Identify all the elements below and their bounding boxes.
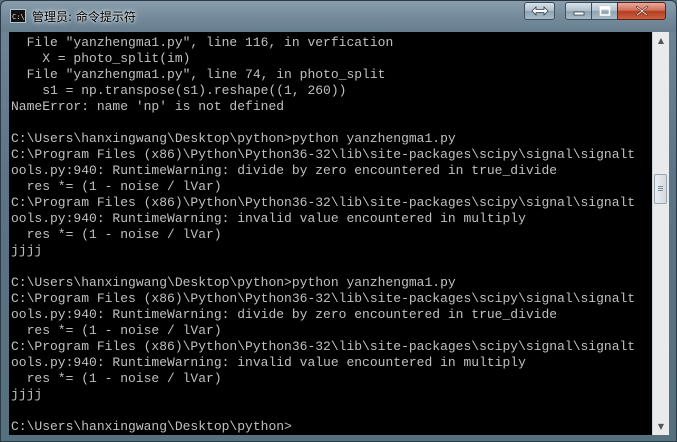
close-button[interactable] <box>617 2 666 20</box>
console-line: res *= (1 - noise / lVar) <box>11 371 222 386</box>
console-line: C:\Users\hanxingwang\Desktop\python>pyth… <box>11 275 456 290</box>
console-line: C:\Users\hanxingwang\Desktop\python> <box>11 419 292 434</box>
console-line: C:\Program Files (x86)\Python\Python36-3… <box>11 195 636 210</box>
grip-line <box>658 188 663 189</box>
console-line: res *= (1 - noise / lVar) <box>11 179 222 194</box>
console-line: ools.py:940: RuntimeWarning: divide by z… <box>11 163 558 178</box>
console-line: ools.py:940: RuntimeWarning: divide by z… <box>11 307 558 322</box>
vertical-scrollbar[interactable]: ▲ ▼ <box>652 32 669 435</box>
console-output[interactable]: File "yanzhengma1.py", line 116, in verf… <box>9 32 652 435</box>
console-line: C:\Program Files (x86)\Python\Python36-3… <box>11 339 636 354</box>
maximize-icon <box>599 6 610 16</box>
title-bar[interactable]: C:\ 管理员: 命令提示符 <box>1 1 676 32</box>
console-line: ools.py:940: RuntimeWarning: invalid val… <box>11 355 526 370</box>
maximize-button[interactable] <box>591 2 618 20</box>
grip-line <box>658 190 663 191</box>
resize-button[interactable] <box>524 2 555 20</box>
console-line: jjjj <box>11 387 43 402</box>
cmd-icon[interactable]: C:\ <box>10 9 26 23</box>
grip-line <box>658 186 663 187</box>
console-line: X = photo_split(im) <box>11 51 191 66</box>
console-line: File "yanzhengma1.py", line 116, in verf… <box>11 35 394 50</box>
console-line: C:\Program Files (x86)\Python\Python36-3… <box>11 291 636 306</box>
console-line: s1 = np.transpose(s1).reshape((1, 260)) <box>11 83 347 98</box>
console-line: C:\Users\hanxingwang\Desktop\python>pyth… <box>11 131 456 146</box>
console-line: res *= (1 - noise / lVar) <box>11 323 222 338</box>
console-line: jjjj <box>11 243 43 258</box>
command-prompt-window: C:\ 管理员: 命令提示符 File "yanzhengma1.py", li… <box>0 0 677 442</box>
console-line: res *= (1 - noise / lVar) <box>11 227 222 242</box>
close-icon <box>635 5 648 17</box>
console-line: File "yanzhengma1.py", line 74, in photo… <box>11 67 386 82</box>
console-line: ools.py:940: RuntimeWarning: invalid val… <box>11 211 526 226</box>
minimize-button[interactable] <box>565 2 592 20</box>
console-line: NameError: name 'np' is not defined <box>11 99 285 114</box>
resize-icon <box>530 6 549 16</box>
console-line: C:\Program Files (x86)\Python\Python36-3… <box>11 147 636 162</box>
window-title: 管理员: 命令提示符 <box>32 10 136 24</box>
scrollbar-thumb[interactable] <box>654 174 667 204</box>
minimize-icon <box>573 11 584 16</box>
scroll-up-arrow-icon[interactable]: ▲ <box>653 32 669 49</box>
scroll-down-arrow-icon[interactable]: ▼ <box>653 418 669 435</box>
